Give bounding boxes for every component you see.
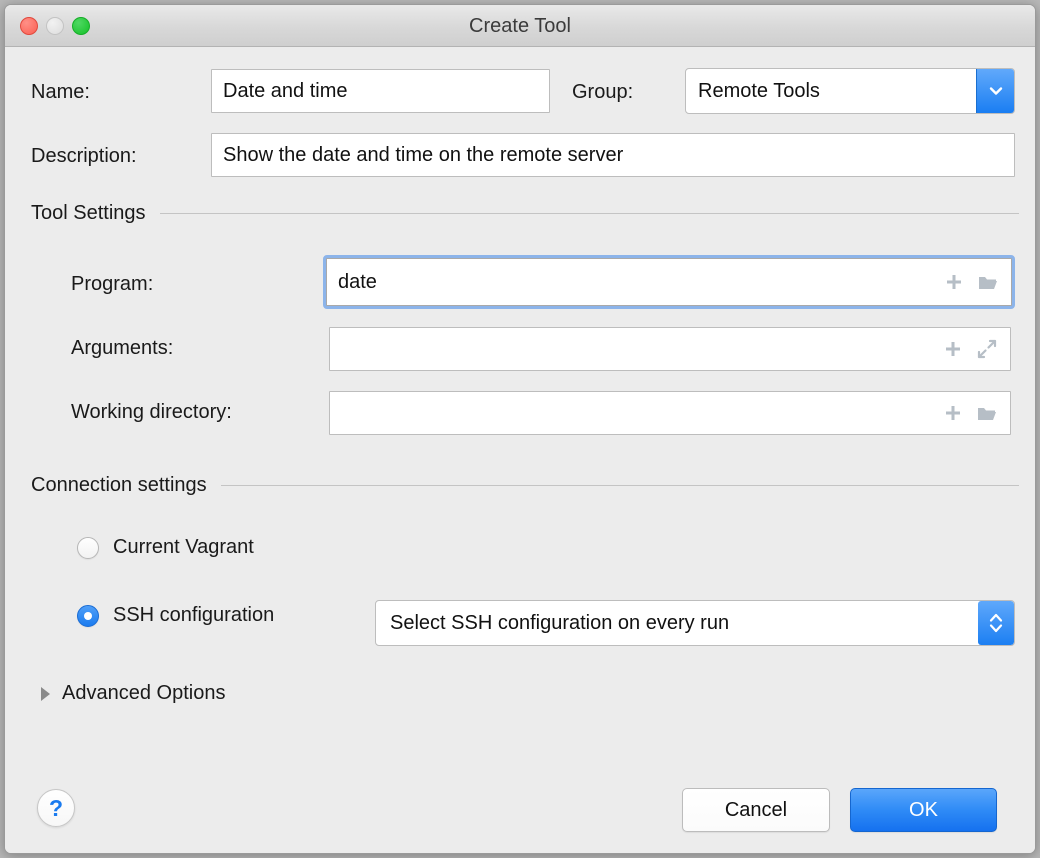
window-title: Create Tool bbox=[5, 15, 1035, 38]
group-combobox-value: Remote Tools bbox=[686, 80, 976, 103]
program-input-icons bbox=[943, 271, 1011, 293]
plus-icon[interactable] bbox=[942, 338, 964, 360]
program-label: Program: bbox=[71, 273, 153, 296]
advanced-options-disclosure[interactable]: Advanced Options bbox=[41, 682, 1019, 705]
connection-settings-section-header: Connection settings bbox=[31, 474, 1019, 497]
expand-icon[interactable] bbox=[976, 338, 998, 360]
name-label: Name: bbox=[31, 81, 90, 104]
radio-ssh-configuration-label: SSH configuration bbox=[113, 604, 274, 627]
arguments-label: Arguments: bbox=[71, 337, 173, 360]
radio-current-vagrant[interactable]: Current Vagrant bbox=[77, 536, 254, 559]
folder-icon[interactable] bbox=[976, 402, 998, 424]
ssh-configuration-select-value: Select SSH configuration on every run bbox=[376, 612, 978, 635]
name-input[interactable]: Date and time bbox=[211, 69, 550, 113]
folder-icon[interactable] bbox=[977, 271, 999, 293]
description-input-value: Show the date and time on the remote ser… bbox=[212, 144, 1014, 167]
title-bar: Create Tool bbox=[5, 5, 1035, 47]
plus-icon[interactable] bbox=[942, 402, 964, 424]
chevron-up-down-icon[interactable] bbox=[978, 601, 1014, 645]
ssh-configuration-select[interactable]: Select SSH configuration on every run bbox=[375, 600, 1015, 646]
radio-current-vagrant-label: Current Vagrant bbox=[113, 536, 254, 559]
radio-button-icon[interactable] bbox=[77, 537, 99, 559]
group-label: Group: bbox=[572, 81, 633, 104]
section-divider bbox=[221, 485, 1019, 486]
description-input[interactable]: Show the date and time on the remote ser… bbox=[211, 133, 1015, 177]
group-combobox[interactable]: Remote Tools bbox=[685, 68, 1015, 114]
help-button[interactable]: ? bbox=[37, 789, 75, 827]
tool-settings-section-header: Tool Settings bbox=[31, 202, 1019, 225]
arguments-input-icons bbox=[942, 338, 1010, 360]
radio-ssh-configuration[interactable]: SSH configuration bbox=[77, 604, 274, 627]
name-input-value: Date and time bbox=[212, 80, 549, 103]
ok-button[interactable]: OK bbox=[850, 788, 997, 832]
cancel-button[interactable]: Cancel bbox=[682, 788, 830, 832]
radio-button-selected-icon[interactable] bbox=[77, 605, 99, 627]
arguments-input[interactable] bbox=[329, 327, 1011, 371]
chevron-down-icon[interactable] bbox=[976, 69, 1014, 113]
dialog-body: Name: Date and time Group: Remote Tools … bbox=[5, 47, 1035, 854]
working-directory-input[interactable] bbox=[329, 391, 1011, 435]
advanced-options-label: Advanced Options bbox=[62, 682, 225, 705]
working-directory-label: Working directory: bbox=[71, 401, 232, 424]
description-label: Description: bbox=[31, 145, 137, 168]
program-input-value: date bbox=[327, 271, 943, 294]
program-input[interactable]: date bbox=[326, 258, 1012, 306]
disclosure-triangle-collapsed-icon[interactable] bbox=[41, 687, 50, 701]
program-input-focus-ring: date bbox=[323, 255, 1015, 309]
tool-settings-title: Tool Settings bbox=[31, 202, 146, 225]
working-directory-input-icons bbox=[942, 402, 1010, 424]
create-tool-dialog: Create Tool Name: Date and time Group: R… bbox=[4, 4, 1036, 854]
section-divider bbox=[160, 213, 1019, 214]
connection-settings-title: Connection settings bbox=[31, 474, 207, 497]
plus-icon[interactable] bbox=[943, 271, 965, 293]
